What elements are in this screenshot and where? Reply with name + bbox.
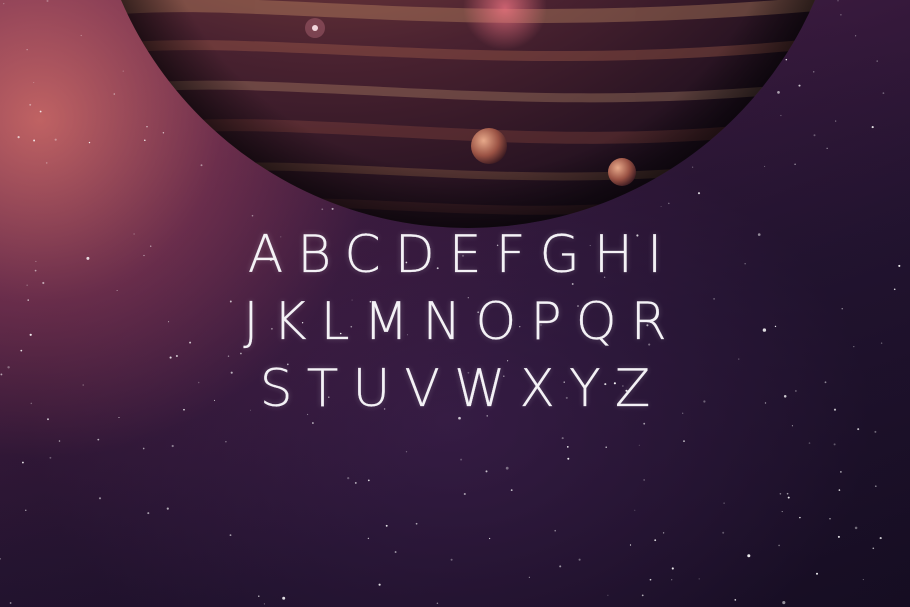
space-background: ABCDEFGHI JKLMNOPQR STUVWXYZ [0, 0, 910, 607]
moon-large [471, 128, 507, 164]
alphabet-row-3: STUVWXYZ [259, 359, 665, 419]
alphabet-specimen: ABCDEFGHI JKLMNOPQR STUVWXYZ [0, 222, 910, 423]
moon-small [608, 158, 636, 186]
alphabet-row-2: JKLMNOPQR [243, 292, 681, 352]
alphabet-row-1: ABCDEFGHI [247, 225, 677, 285]
